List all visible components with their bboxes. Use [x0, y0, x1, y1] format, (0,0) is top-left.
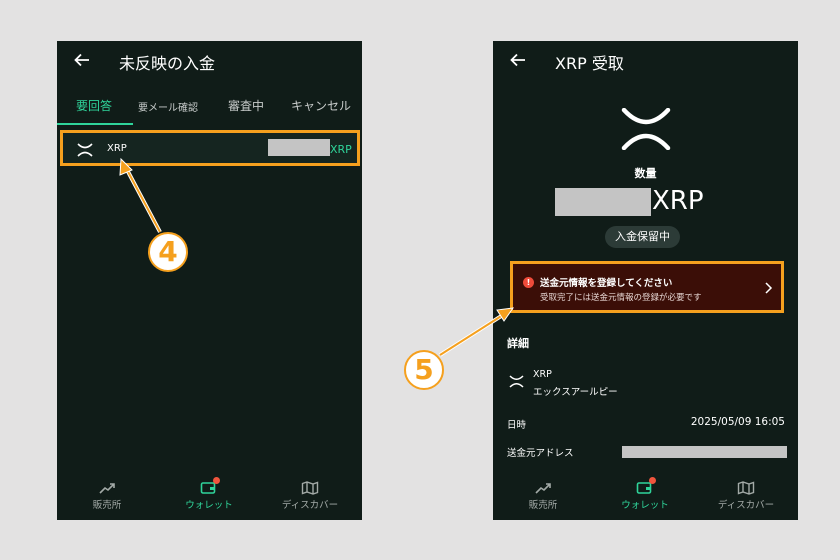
step-badge-5: 5 — [404, 350, 444, 390]
step-badge-4: 4 — [148, 232, 188, 272]
callout-arrows — [119, 157, 515, 357]
